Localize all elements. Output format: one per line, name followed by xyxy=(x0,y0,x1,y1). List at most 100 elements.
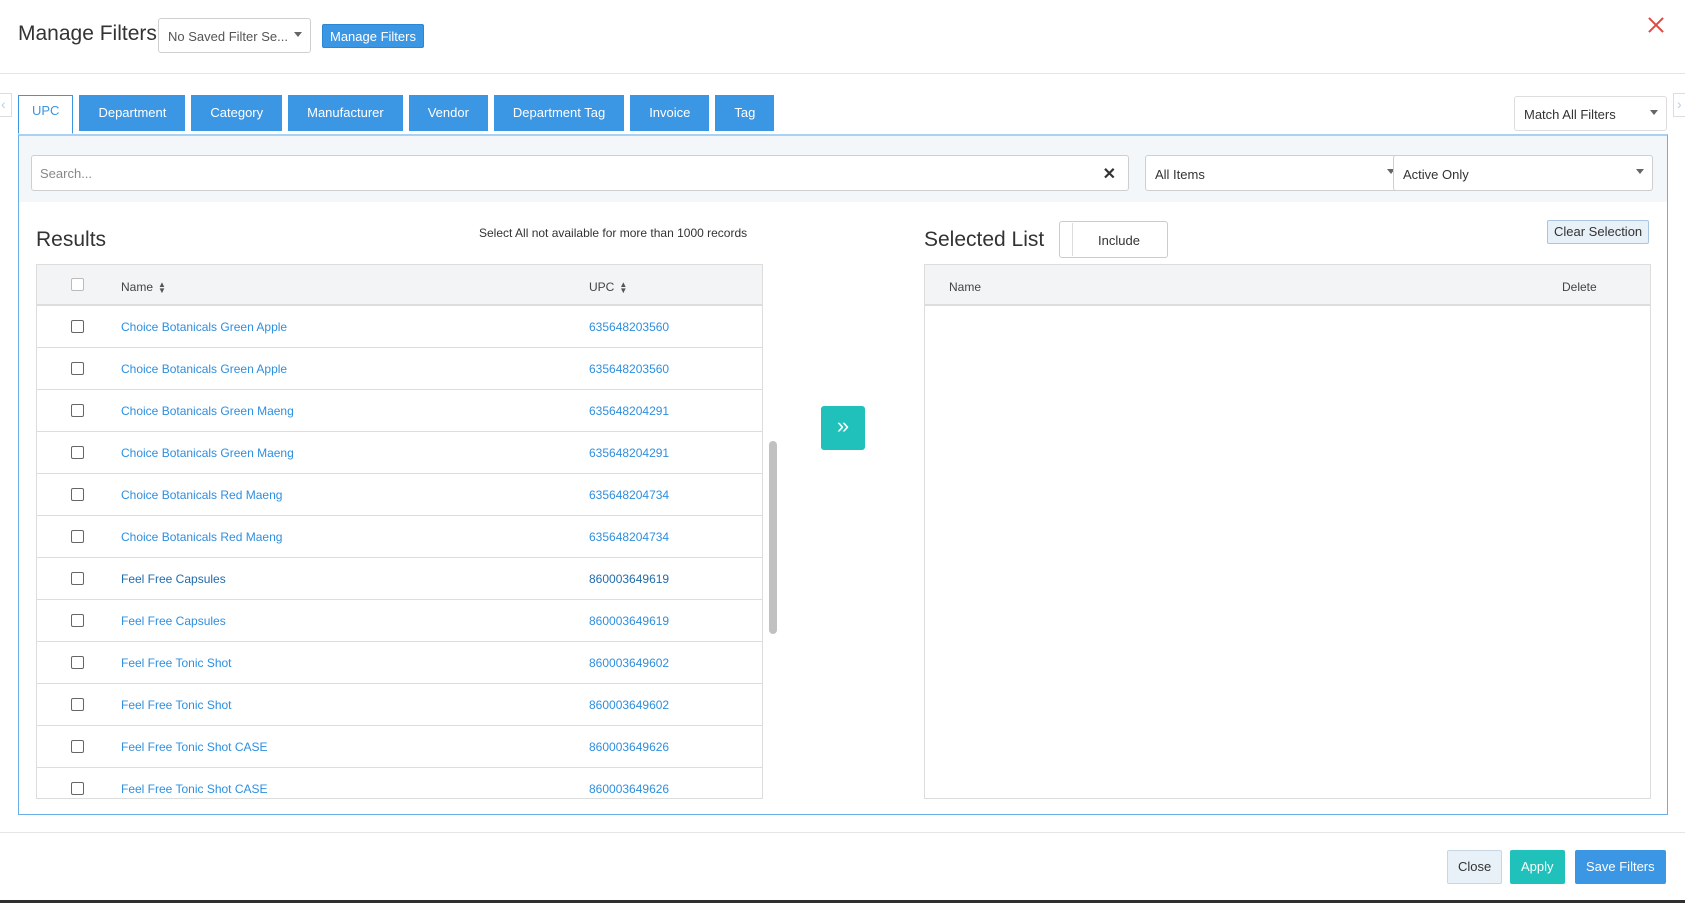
table-row[interactable]: Choice Botanicals Green Apple 63564820356… xyxy=(37,306,762,348)
row-name-link[interactable]: Feel Free Tonic Shot CASE xyxy=(121,740,268,754)
caret-down-icon xyxy=(1636,169,1644,174)
row-name-link[interactable]: Feel Free Tonic Shot CASE xyxy=(121,782,268,796)
selected-table: Name Delete xyxy=(924,264,1651,799)
scroll-left-icon[interactable] xyxy=(0,93,12,117)
row-checkbox[interactable] xyxy=(71,404,84,417)
clear-selection-button[interactable]: Clear Selection xyxy=(1547,220,1650,244)
table-row[interactable]: Feel Free Capsules 860003649619 xyxy=(37,600,762,642)
search-input[interactable] xyxy=(32,156,1072,190)
table-row[interactable]: Choice Botanicals Green Maeng 63564820429… xyxy=(37,432,762,474)
tab-department-tag[interactable]: Department Tag xyxy=(493,95,625,131)
row-checkbox[interactable] xyxy=(71,446,84,459)
row-name-link[interactable]: Feel Free Tonic Shot xyxy=(121,698,232,712)
row-checkbox[interactable] xyxy=(71,488,84,501)
search-box: ✕ xyxy=(31,155,1129,191)
tab-department[interactable]: Department xyxy=(79,95,186,131)
toggle-knob xyxy=(1061,223,1073,256)
tab-category[interactable]: Category xyxy=(191,95,283,131)
column-header-upc[interactable]: UPC ▲ ▼ xyxy=(589,280,627,294)
filter-panel: ✕ All Items Active Only Results Select A… xyxy=(18,134,1668,815)
sort-icon: ▲ ▼ xyxy=(619,279,628,295)
row-upc-link[interactable]: 635648204291 xyxy=(589,404,669,418)
manage-filters-modal: Manage Filters No Saved Filter Se... Man… xyxy=(0,0,1685,900)
match-mode-value: Match All Filters xyxy=(1524,107,1616,122)
row-name-link[interactable]: Choice Botanicals Red Maeng xyxy=(121,488,282,502)
row-name-link[interactable]: Feel Free Capsules xyxy=(121,572,226,586)
selected-list-title: Selected List xyxy=(924,228,1045,251)
saved-filter-value: No Saved Filter Se... xyxy=(168,29,288,44)
tab-invoice[interactable]: Invoice xyxy=(630,95,710,131)
save-filters-button[interactable]: Save Filters xyxy=(1575,850,1666,884)
row-upc-link[interactable]: 860003649602 xyxy=(589,656,669,670)
row-checkbox[interactable] xyxy=(71,362,84,375)
move-to-selected-button[interactable]: » xyxy=(821,406,865,450)
caret-down-icon xyxy=(294,32,302,37)
table-row[interactable]: Choice Botanicals Green Maeng 63564820429… xyxy=(37,390,762,432)
tab-upc[interactable]: UPC xyxy=(18,95,74,134)
row-checkbox[interactable] xyxy=(71,782,84,795)
results-title: Results xyxy=(36,228,107,251)
status-filter-select[interactable]: Active Only xyxy=(1393,155,1653,191)
include-toggle[interactable]: Include xyxy=(1059,221,1168,258)
row-upc-link[interactable]: 860003649619 xyxy=(589,572,669,586)
items-filter-value: All Items xyxy=(1155,167,1205,182)
row-name-link[interactable]: Feel Free Capsules xyxy=(121,614,226,628)
items-filter-select[interactable]: All Items xyxy=(1145,155,1404,191)
saved-filter-select[interactable]: No Saved Filter Se... xyxy=(158,18,311,53)
row-upc-link[interactable]: 860003649602 xyxy=(589,698,669,712)
row-name-link[interactable]: Choice Botanicals Red Maeng xyxy=(121,530,282,544)
results-scrollbar[interactable] xyxy=(769,441,777,634)
row-name-link[interactable]: Choice Botanicals Green Maeng xyxy=(121,404,294,418)
clear-search-icon[interactable]: ✕ xyxy=(1103,164,1116,184)
modal-header: Manage Filters No Saved Filter Se... Man… xyxy=(0,0,1685,74)
row-upc-link[interactable]: 860003649626 xyxy=(589,782,669,796)
results-table-header: Name ▲ ▼ UPC ▲ ▼ xyxy=(37,265,762,306)
row-checkbox[interactable] xyxy=(71,530,84,543)
table-row[interactable]: Feel Free Tonic Shot 860003649602 xyxy=(37,684,762,726)
row-upc-link[interactable]: 635648204734 xyxy=(589,530,669,544)
table-row[interactable]: Feel Free Tonic Shot CASE 860003649626 xyxy=(37,726,762,768)
row-checkbox[interactable] xyxy=(71,320,84,333)
row-upc-link[interactable]: 635648203560 xyxy=(589,320,669,334)
column-header-name: Name xyxy=(949,280,982,294)
results-table: Name ▲ ▼ UPC ▲ ▼ Choice Botanicals Green App… xyxy=(36,264,763,799)
match-mode-select[interactable]: Match All Filters xyxy=(1514,96,1667,131)
row-upc-link[interactable]: 635648203560 xyxy=(589,362,669,376)
row-upc-link[interactable]: 635648204734 xyxy=(589,488,669,502)
row-name-link[interactable]: Choice Botanicals Green Maeng xyxy=(121,446,294,460)
caret-down-icon xyxy=(1650,110,1658,115)
tab-tag[interactable]: Tag xyxy=(715,95,775,131)
column-header-name[interactable]: Name ▲ ▼ xyxy=(121,280,166,294)
row-checkbox[interactable] xyxy=(71,572,84,585)
filter-tabs: UPC Department Category Manufacturer Ven… xyxy=(18,95,775,134)
tab-vendor[interactable]: Vendor xyxy=(408,95,488,131)
table-row[interactable]: Feel Free Tonic Shot CASE 860003649626 xyxy=(37,768,762,798)
row-upc-link[interactable]: 860003649619 xyxy=(589,614,669,628)
row-name-link[interactable]: Choice Botanicals Green Apple xyxy=(121,320,287,334)
manage-filters-button[interactable]: Manage Filters xyxy=(322,24,424,48)
search-bar: ✕ All Items Active Only xyxy=(19,136,1667,202)
close-button[interactable]: Close xyxy=(1447,850,1503,884)
close-icon[interactable] xyxy=(1645,14,1667,36)
row-checkbox[interactable] xyxy=(71,698,84,711)
column-header-delete: Delete xyxy=(1562,280,1597,294)
sort-icon: ▲ ▼ xyxy=(158,279,166,295)
table-row[interactable]: Feel Free Capsules 860003649619 xyxy=(37,558,762,600)
scroll-right-icon[interactable] xyxy=(1673,93,1685,117)
row-upc-link[interactable]: 635648204291 xyxy=(589,446,669,460)
row-checkbox[interactable] xyxy=(71,740,84,753)
row-checkbox[interactable] xyxy=(71,614,84,627)
row-checkbox[interactable] xyxy=(71,656,84,669)
table-row[interactable]: Choice Botanicals Red Maeng 635648204734 xyxy=(37,474,762,516)
row-name-link[interactable]: Choice Botanicals Green Apple xyxy=(121,362,287,376)
row-upc-link[interactable]: 860003649626 xyxy=(589,740,669,754)
tab-manufacturer[interactable]: Manufacturer xyxy=(288,95,403,131)
table-row[interactable]: Choice Botanicals Green Apple 63564820356… xyxy=(37,348,762,390)
status-filter-value: Active Only xyxy=(1403,167,1469,182)
table-row[interactable]: Choice Botanicals Red Maeng 635648204734 xyxy=(37,516,762,558)
double-chevron-right-icon: » xyxy=(836,413,850,438)
select-all-checkbox[interactable] xyxy=(71,278,84,291)
apply-button[interactable]: Apply xyxy=(1510,850,1565,884)
row-name-link[interactable]: Feel Free Tonic Shot xyxy=(121,656,232,670)
table-row[interactable]: Feel Free Tonic Shot 860003649602 xyxy=(37,642,762,684)
